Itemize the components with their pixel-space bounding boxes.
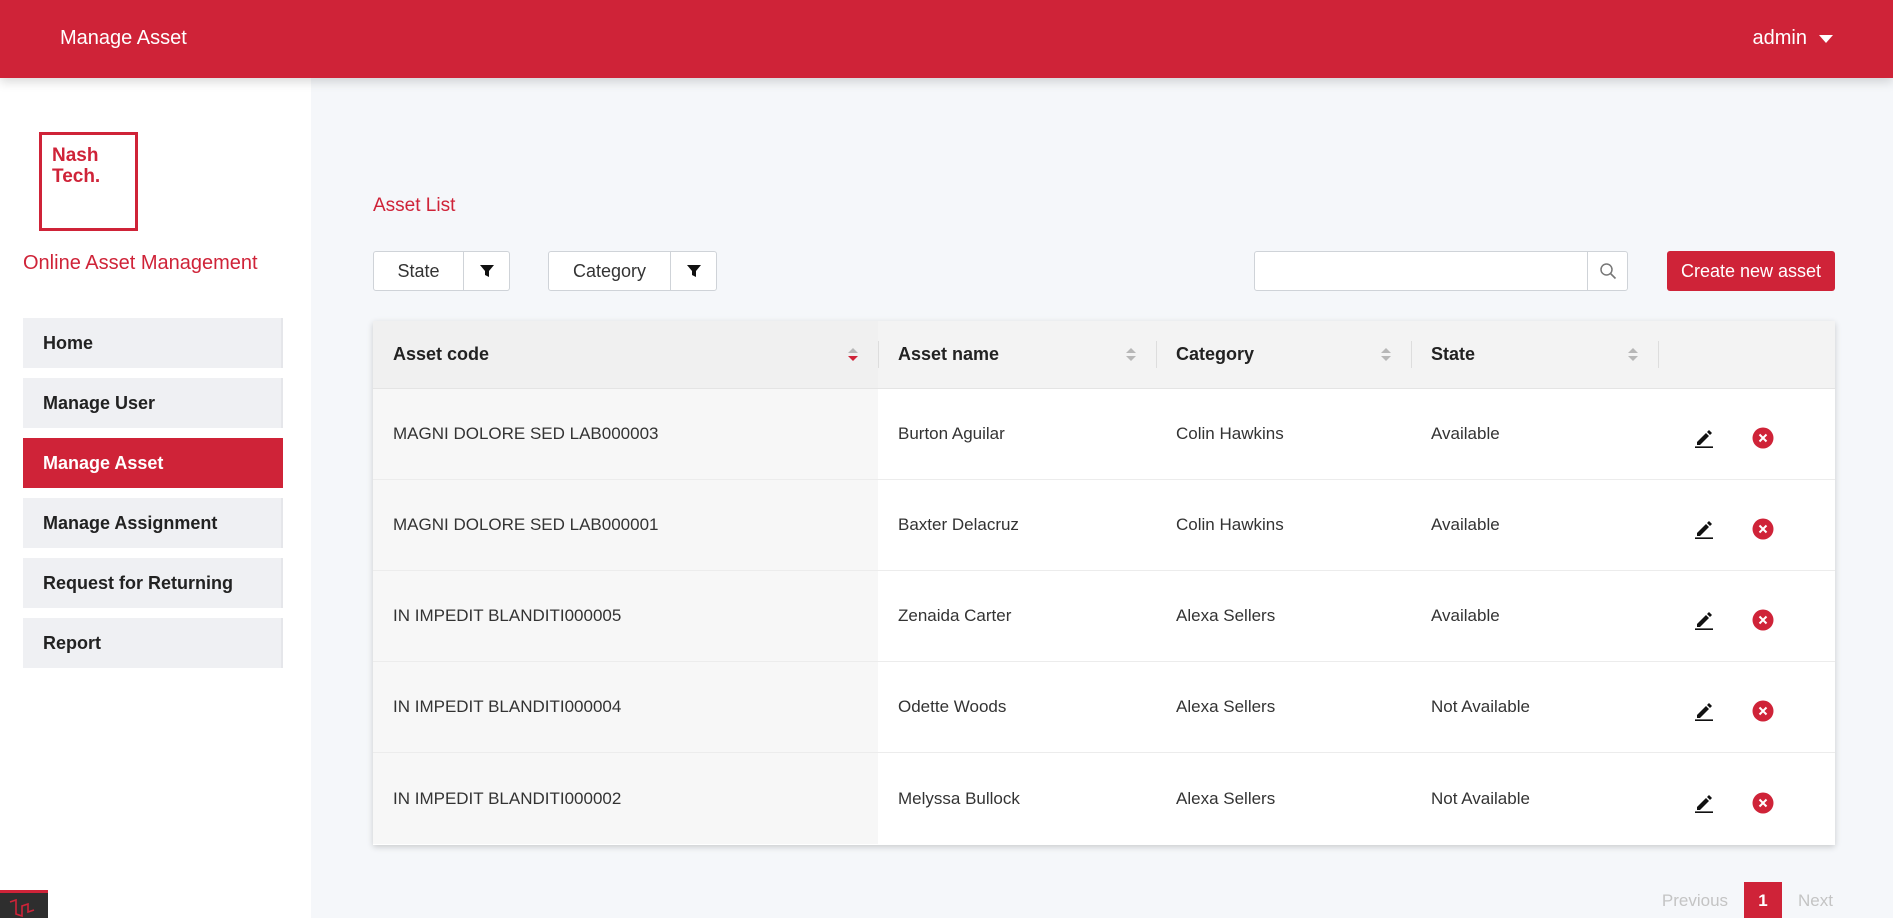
sidebar-item-label: Report bbox=[43, 632, 101, 653]
asset-name-cell: Burton Aguilar bbox=[898, 424, 1005, 443]
sort-icon bbox=[1628, 348, 1638, 361]
page-title: Manage Asset bbox=[60, 27, 187, 49]
user-name: admin bbox=[1752, 27, 1807, 49]
close-circle-icon[interactable] bbox=[1752, 609, 1774, 631]
state-cell: Available bbox=[1431, 606, 1500, 625]
logo-text: Nash Tech. bbox=[52, 145, 101, 187]
actions-cell bbox=[1658, 571, 1835, 661]
category-cell: Alexa Sellers bbox=[1176, 606, 1276, 625]
pencil-icon[interactable] bbox=[1694, 428, 1714, 448]
app-name: Online Asset Management bbox=[23, 252, 258, 274]
next-page-button[interactable]: Next bbox=[1798, 891, 1833, 911]
top-bar: Manage Asset admin bbox=[0, 0, 1893, 78]
asset-code-cell: MAGNI DOLORE SED LAB000003 bbox=[373, 389, 878, 479]
pencil-icon[interactable] bbox=[1694, 701, 1714, 721]
search-icon bbox=[1599, 263, 1616, 280]
category-filter-label: Category bbox=[572, 260, 647, 281]
page-button-current[interactable]: 1 bbox=[1744, 882, 1783, 918]
nashtech-logo: Nash Tech. bbox=[39, 132, 138, 231]
state-cell: Available bbox=[1431, 424, 1500, 443]
sidebar-item-label: Manage Asset bbox=[43, 452, 164, 473]
table-row[interactable]: IN IMPEDIT BLANDITI000005 Zenaida Carter A… bbox=[373, 571, 1835, 662]
actions-cell bbox=[1658, 662, 1835, 752]
asset-code-cell: IN IMPEDIT BLANDITI000005 bbox=[373, 571, 878, 661]
asset-code-cell: IN IMPEDIT BLANDITI000002 bbox=[373, 753, 878, 844]
asset-name-cell: Zenaida Carter bbox=[898, 606, 1012, 625]
funnel-icon[interactable] bbox=[670, 252, 716, 290]
sidebar-item-manage-user[interactable]: Manage User bbox=[23, 378, 283, 428]
close-circle-icon[interactable] bbox=[1752, 518, 1774, 540]
column-header-asset-name[interactable]: Asset name bbox=[878, 321, 1156, 388]
close-circle-icon[interactable] bbox=[1752, 700, 1774, 722]
close-circle-icon[interactable] bbox=[1752, 427, 1774, 449]
category-cell: Colin Hawkins bbox=[1176, 515, 1284, 534]
column-header-category[interactable]: Category bbox=[1156, 321, 1411, 388]
section-title: Asset List bbox=[373, 195, 456, 216]
sort-icon bbox=[848, 348, 858, 361]
table-header: Asset code Asset name Category State bbox=[373, 321, 1835, 389]
sidebar-item-label: Request for Returning bbox=[43, 572, 234, 593]
table-row[interactable]: IN IMPEDIT BLANDITI000004 Odette Woods Ale… bbox=[373, 662, 1835, 753]
sidebar-item-manage-asset[interactable]: Manage Asset bbox=[23, 438, 283, 488]
asset-name-cell: Melyssa Bullock bbox=[898, 788, 1020, 808]
table-body: MAGNI DOLORE SED LAB000003 Burton Aguilar… bbox=[373, 389, 1835, 844]
asset-table: Asset code Asset name Category State MAG… bbox=[373, 321, 1835, 845]
close-circle-icon[interactable] bbox=[1752, 792, 1774, 814]
sidebar-item-request-for-returning[interactable]: Request for Returning bbox=[23, 558, 283, 608]
previous-page-button[interactable]: Previous bbox=[1662, 891, 1728, 911]
sidebar-nav: Home Manage User Manage Asset Manage Ass… bbox=[23, 318, 283, 678]
column-header-label: Asset name bbox=[898, 344, 1000, 364]
table-row[interactable]: MAGNI DOLORE SED LAB000003 Burton Aguilar… bbox=[373, 389, 1835, 480]
pagination: Previous 1 Next bbox=[1662, 882, 1833, 918]
actions-cell bbox=[1658, 480, 1835, 570]
sort-icon bbox=[1126, 348, 1136, 361]
sidebar-item-home[interactable]: Home bbox=[23, 318, 283, 368]
table-row[interactable]: IN IMPEDIT BLANDITI000002 Melyssa Bullock… bbox=[373, 753, 1835, 844]
sidebar-item-label: Manage Assignment bbox=[43, 512, 218, 533]
category-cell: Colin Hawkins bbox=[1176, 424, 1284, 443]
column-header-state[interactable]: State bbox=[1411, 321, 1658, 388]
sidebar-item-label: Home bbox=[43, 332, 94, 353]
sidebar-item-report[interactable]: Report bbox=[23, 618, 283, 668]
user-menu[interactable]: admin bbox=[1753, 27, 1833, 50]
pencil-icon[interactable] bbox=[1694, 519, 1714, 539]
actions-cell bbox=[1658, 389, 1835, 479]
state-cell: Available bbox=[1431, 515, 1500, 534]
asset-name-cell: Baxter Delacruz bbox=[898, 515, 1019, 534]
sidebar-item-label: Manage User bbox=[43, 392, 156, 413]
sidebar-item-manage-assignment[interactable]: Manage Assignment bbox=[23, 498, 283, 548]
state-filter-label: State bbox=[397, 260, 440, 281]
asset-code-cell: IN IMPEDIT BLANDITI000004 bbox=[373, 662, 878, 752]
actions-cell bbox=[1658, 753, 1835, 844]
column-header-actions bbox=[1658, 321, 1835, 388]
category-filter[interactable]: Category bbox=[548, 251, 717, 291]
main-content: Asset List State Category Create new ass… bbox=[311, 78, 1893, 918]
category-cell: Alexa Sellers bbox=[1176, 697, 1276, 716]
search-input[interactable] bbox=[1255, 252, 1587, 290]
state-cell: Not Available bbox=[1431, 788, 1530, 808]
column-header-label: Asset code bbox=[393, 344, 490, 364]
category-cell: Alexa Sellers bbox=[1176, 788, 1276, 808]
sidebar: Nash Tech. Online Asset Management Home … bbox=[0, 78, 311, 918]
state-filter[interactable]: State bbox=[373, 251, 510, 291]
pencil-icon[interactable] bbox=[1694, 610, 1714, 630]
asset-name-cell: Odette Woods bbox=[898, 697, 1007, 716]
asset-code-cell: MAGNI DOLORE SED LAB000001 bbox=[373, 480, 878, 570]
state-cell: Not Available bbox=[1431, 697, 1530, 716]
laravel-debug-badge[interactable] bbox=[0, 890, 48, 918]
caret-down-icon bbox=[1819, 34, 1833, 43]
create-new-asset-button[interactable]: Create new asset bbox=[1667, 251, 1835, 291]
column-header-label: Category bbox=[1176, 344, 1255, 364]
search-box bbox=[1254, 251, 1628, 291]
laravel-icon bbox=[9, 898, 35, 918]
column-header-label: State bbox=[1431, 344, 1476, 364]
column-header-asset-code[interactable]: Asset code bbox=[373, 321, 878, 388]
search-button[interactable] bbox=[1587, 252, 1627, 290]
funnel-icon[interactable] bbox=[463, 252, 509, 290]
table-row[interactable]: MAGNI DOLORE SED LAB000001 Baxter Delacru… bbox=[373, 480, 1835, 571]
pencil-icon[interactable] bbox=[1694, 793, 1714, 813]
sort-icon bbox=[1381, 348, 1391, 361]
